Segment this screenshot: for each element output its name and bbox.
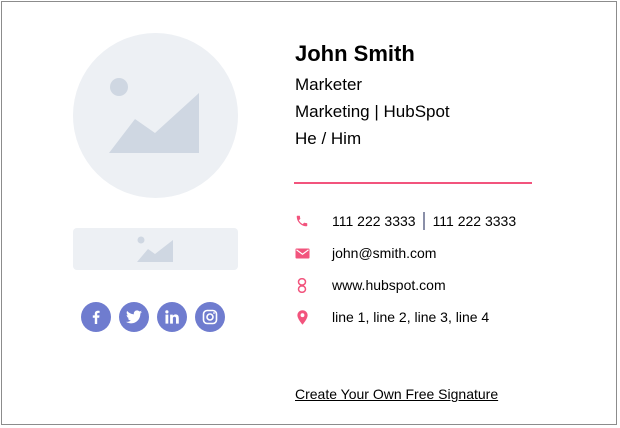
accent-divider xyxy=(294,182,532,184)
create-signature-link[interactable]: Create Your Own Free Signature xyxy=(295,386,498,402)
postal-address: line 1, line 2, line 3, line 4 xyxy=(332,309,490,325)
facebook-icon xyxy=(92,310,100,324)
phone-separator xyxy=(422,212,425,230)
phone-number-primary[interactable]: 111 222 3333 xyxy=(332,213,416,229)
twitter-button[interactable] xyxy=(119,302,149,332)
image-placeholder-icon xyxy=(137,236,173,262)
instagram-icon xyxy=(202,309,218,325)
link-icon xyxy=(294,277,310,293)
company-logo-placeholder xyxy=(73,228,238,270)
website-row: www.hubspot.com xyxy=(294,275,446,295)
facebook-button[interactable] xyxy=(81,302,111,332)
email-address[interactable]: john@smith.com xyxy=(332,245,436,261)
email-icon xyxy=(294,245,310,261)
job-title: Marketer xyxy=(295,75,363,94)
phone-icon xyxy=(294,213,310,229)
pronouns: He / Him xyxy=(295,129,362,148)
address-row: line 1, line 2, line 3, line 4 xyxy=(294,307,489,327)
profile-photo-placeholder xyxy=(73,33,238,198)
website-url[interactable]: www.hubspot.com xyxy=(332,277,446,293)
instagram-button[interactable] xyxy=(195,302,225,332)
phone-number-secondary[interactable]: 111 222 3333 xyxy=(433,213,517,229)
image-placeholder-icon xyxy=(109,78,199,153)
phone-row: 111 222 3333 111 222 3333 xyxy=(294,211,516,231)
email-row: john@smith.com xyxy=(294,243,436,263)
department-company: Marketing | HubSpot xyxy=(295,102,450,121)
location-pin-icon xyxy=(294,309,310,325)
signature-name: John Smith xyxy=(295,41,415,66)
signature-card: John Smith Marketer Marketing | HubSpot … xyxy=(1,1,617,425)
linkedin-button[interactable] xyxy=(157,302,187,332)
social-links xyxy=(81,302,225,332)
linkedin-icon xyxy=(165,310,179,324)
twitter-icon xyxy=(126,310,142,324)
